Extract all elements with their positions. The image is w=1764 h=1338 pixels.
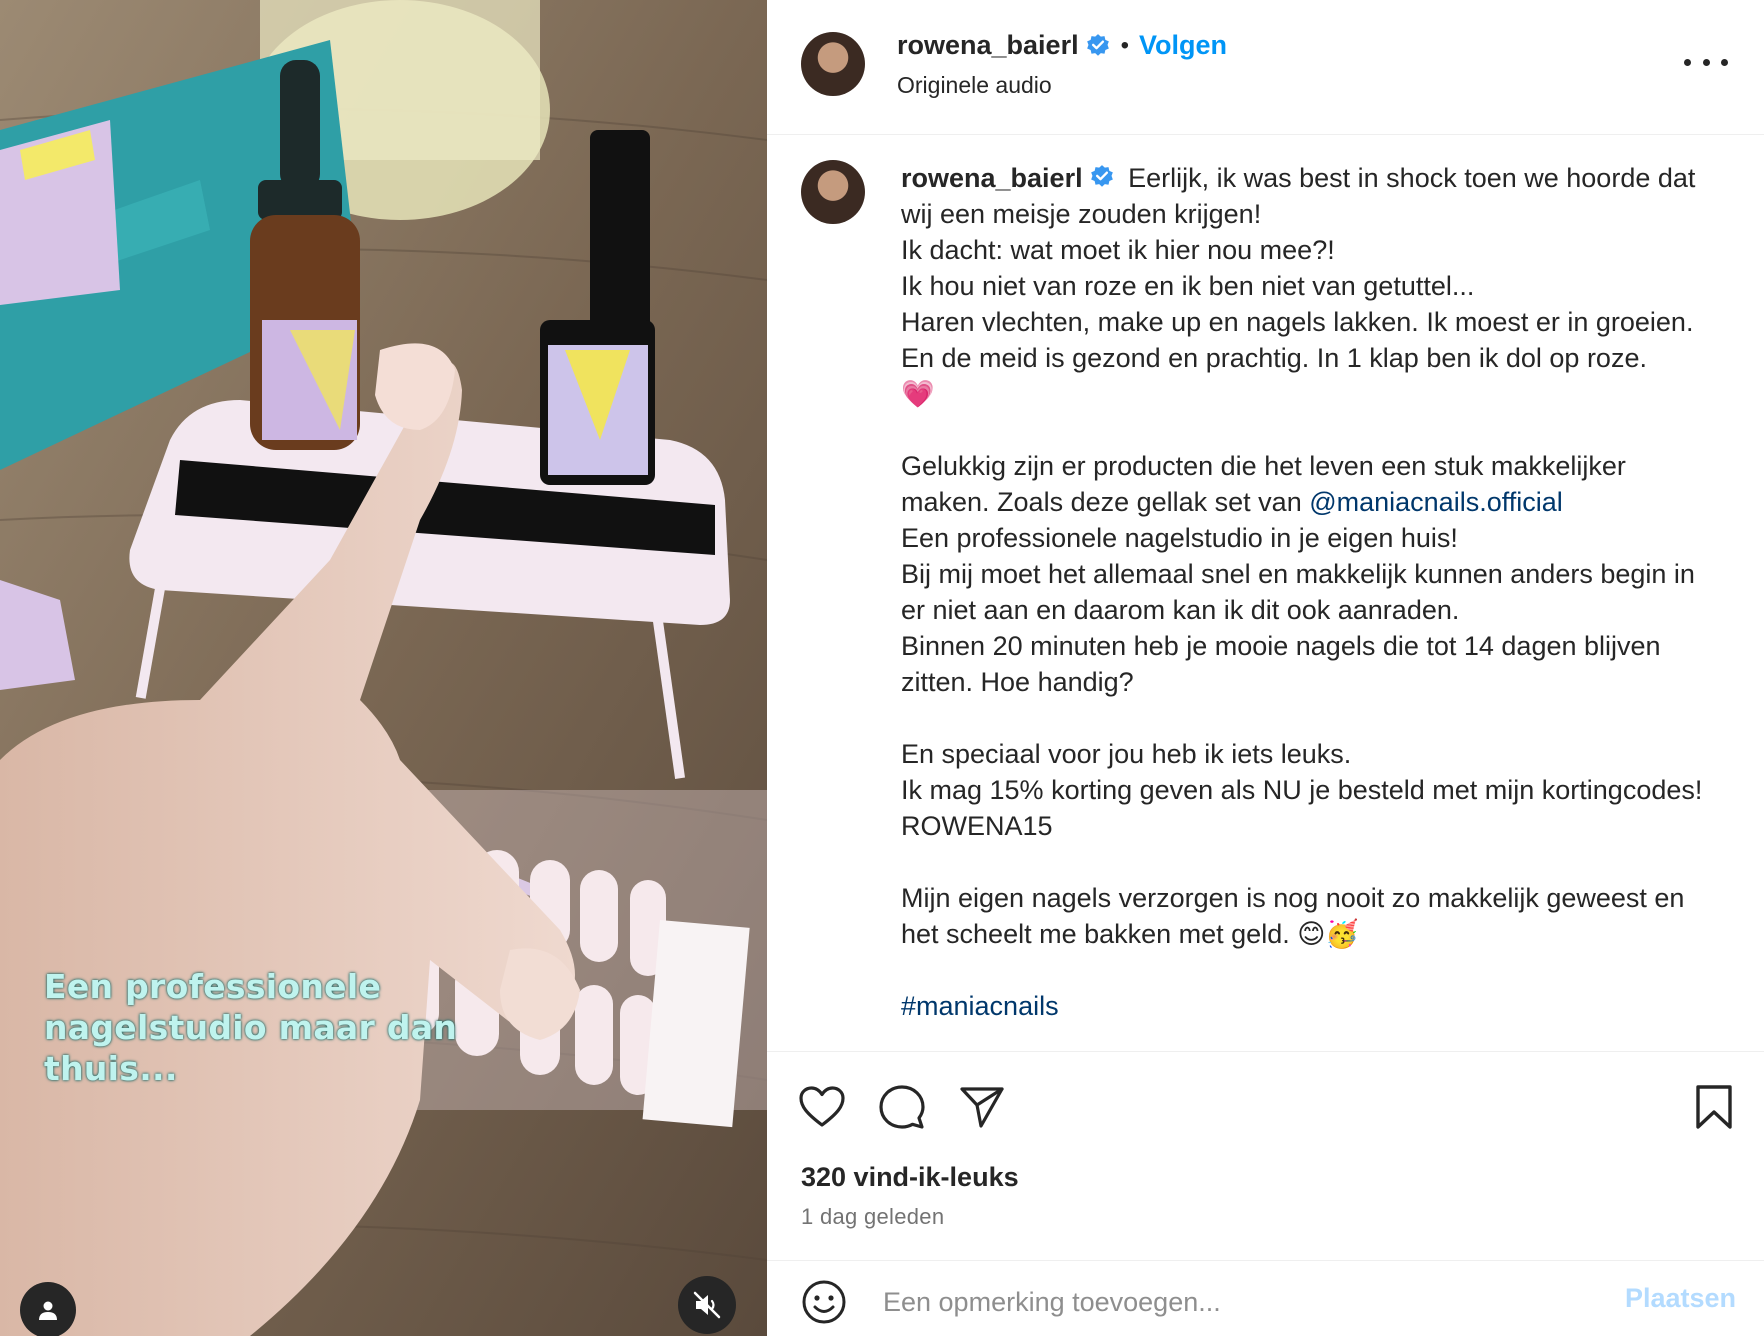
likes-count[interactable]: 320 vind-ik-leuks (801, 1162, 1019, 1193)
avatar[interactable] (801, 32, 865, 96)
speaker-muted-icon (693, 1291, 721, 1319)
heart-icon (799, 1086, 845, 1127)
post-panel: rowena_baierl • Volgen Originele audio r… (767, 0, 1764, 1336)
caption-avatar[interactable] (801, 160, 865, 224)
caption-username[interactable]: rowena_baierl (901, 163, 1083, 193)
post-comment-button[interactable]: Plaatsen (1625, 1283, 1736, 1314)
hashtag-link[interactable]: #maniacnails (901, 991, 1059, 1021)
caption-line: Mijn eigen nagels verzorgen is nog nooit… (901, 883, 1685, 949)
smiley-icon (802, 1280, 846, 1324)
mute-button[interactable] (678, 1276, 736, 1334)
profile-tag-button[interactable] (20, 1282, 76, 1336)
comment-input[interactable] (881, 1283, 1585, 1321)
more-dot-icon (1721, 58, 1728, 66)
caption-line: Ik mag 15% korting geven als NU je beste… (901, 775, 1703, 841)
video-frame (0, 0, 767, 1336)
comment-bubble-icon (879, 1085, 925, 1129)
header-separator: • (1120, 31, 1129, 59)
caption-line: Een professionele nagelstudio in je eige… (901, 523, 1458, 553)
post-actions: 320 vind-ik-leuks 1 dag geleden Plaatsen (767, 1051, 1764, 1337)
caption-line: Haren vlechten, make up en nagels lakken… (901, 307, 1694, 337)
emoji-button[interactable] (799, 1277, 849, 1327)
caption-line: En de meid is gezond en prachtig. In 1 k… (901, 343, 1647, 373)
more-options-button[interactable] (1684, 42, 1728, 82)
video-overlay-text: Een professionele nagelstudio maar dan t… (44, 967, 458, 1088)
video-player[interactable]: Een professionele nagelstudio maar dan t… (0, 0, 767, 1336)
more-dot-icon (1684, 58, 1691, 66)
caption-line: Ik dacht: wat moet ik hier nou mee?! (901, 235, 1335, 265)
save-button[interactable] (1689, 1082, 1739, 1132)
audio-label[interactable]: Originele audio (897, 72, 1052, 99)
share-button[interactable] (957, 1082, 1007, 1132)
heart-emoji: 💗 (901, 379, 935, 409)
header-username[interactable]: rowena_baierl (897, 30, 1079, 61)
caption-line: Ik hou niet van roze en ik ben niet van … (901, 271, 1475, 301)
comment-button[interactable] (877, 1082, 927, 1132)
more-dot-icon (1702, 58, 1710, 66)
caption-line: En speciaal voor jou heb ik iets leuks. (901, 739, 1352, 769)
like-button[interactable] (797, 1082, 847, 1132)
paper-plane-icon (960, 1087, 1004, 1128)
bookmark-icon (1696, 1085, 1732, 1129)
post-header: rowena_baierl • Volgen Originele audio (767, 0, 1764, 135)
comment-bar: Plaatsen (767, 1260, 1764, 1338)
caption-line: Bij mij moet het allemaal snel en makkel… (901, 559, 1695, 625)
user-icon (39, 1301, 57, 1320)
follow-button[interactable]: Volgen (1139, 30, 1227, 61)
header-user-row: rowena_baierl • Volgen (897, 30, 1227, 61)
mention-link[interactable]: @maniacnails.official (1309, 487, 1563, 517)
verified-badge-icon (1090, 165, 1113, 187)
post-caption: rowena_baierl Eerlijk, ik was best in sh… (901, 160, 1721, 1024)
comments-section: rowena_baierl Eerlijk, ik was best in sh… (767, 135, 1764, 1050)
caption-line: Binnen 20 minuten heb je mooie nagels di… (901, 631, 1661, 697)
post-time: 1 dag geleden (801, 1204, 945, 1229)
verified-badge-icon (1086, 33, 1109, 56)
